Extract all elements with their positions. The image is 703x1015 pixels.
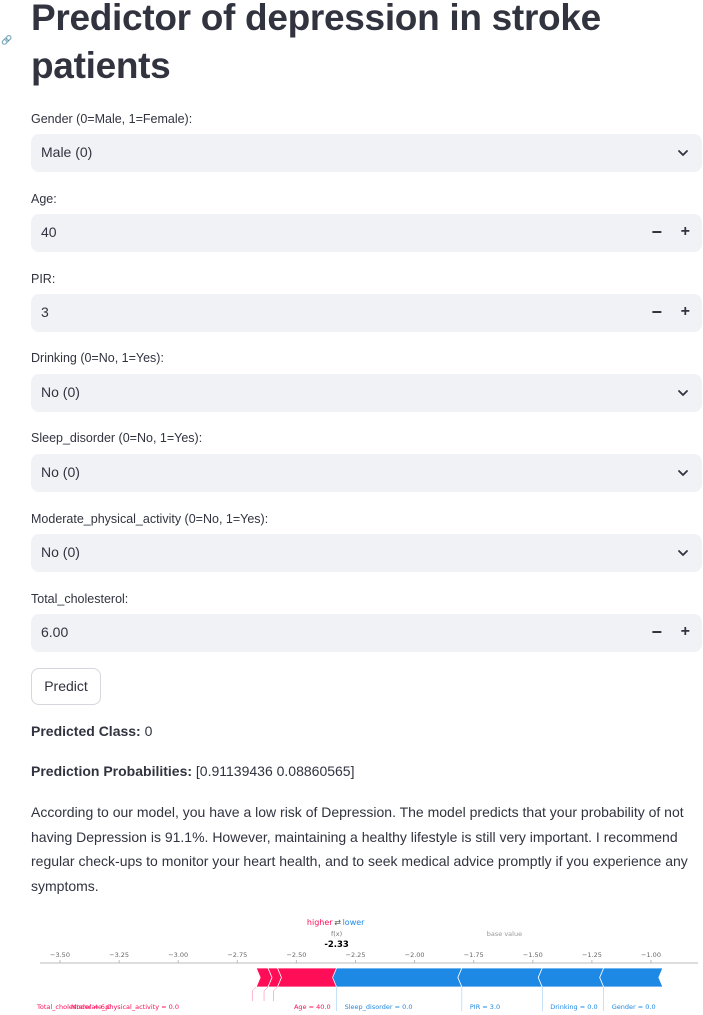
chevron-down-icon [678, 550, 688, 556]
advice-paragraph: According to our model, you have a low r… [31, 804, 688, 894]
x-axis-tick-label: −3.00 [168, 951, 188, 959]
x-axis-tick-label: −1.00 [641, 951, 661, 959]
drinking-select[interactable]: No (0) [31, 374, 702, 412]
pir-input-value: 3 [41, 304, 49, 320]
chevron-down-icon [678, 390, 688, 396]
physical-activity-select[interactable]: No (0) [31, 534, 702, 572]
predicted-class-label: Predicted Class: [31, 723, 141, 739]
feature-label: Drinking = 0.0 [550, 1003, 597, 1011]
feature-label: PIR = 3.0 [470, 1003, 500, 1011]
prediction-probabilities-value: [0.91139436 0.08860565] [195, 763, 355, 779]
arrows-legend-icon: ⇄ [334, 918, 341, 927]
physical-activity-label: Moderate_physical_activity (0=No, 1=Yes)… [31, 512, 269, 526]
lower-legend-label: lower [343, 918, 366, 927]
page-title: Predictor of depression in stroke patien… [31, 0, 601, 86]
chevron-down-icon [678, 150, 688, 156]
drinking-select-value: No (0) [41, 384, 80, 400]
total-cholesterol-label: Total_cholesterol: [31, 592, 129, 606]
pir-decrement-button[interactable]: − [651, 302, 662, 322]
x-axis-tick-label: −2.75 [227, 951, 247, 959]
force-bar-segment [537, 967, 605, 988]
age-input-value: 40 [41, 224, 57, 240]
x-axis-tick-label: −2.00 [405, 951, 425, 959]
prediction-probabilities-label: Prediction Probabilities: [31, 763, 193, 779]
predict-button[interactable]: Predict [31, 668, 101, 705]
predicted-class-value: 0 [144, 723, 153, 739]
x-axis-tick-label: −1.50 [523, 951, 543, 959]
link-anchor-icon[interactable]: 🔗 [1, 35, 12, 46]
x-axis-tick-label: −2.25 [346, 951, 366, 959]
total-cholesterol-increment-button[interactable]: + [681, 622, 690, 642]
sleep-disorder-select[interactable]: No (0) [31, 454, 702, 492]
age-number-input[interactable]: 40 − + [31, 214, 702, 252]
total-cholesterol-decrement-button[interactable]: − [651, 622, 662, 642]
chevron-down-icon [678, 470, 688, 476]
feature-label: Moderate_physical_activity = 0.0 [71, 1003, 179, 1011]
gender-label: Gender (0=Male, 1=Female): [31, 112, 193, 126]
feature-label: Age = 40.0 [294, 1003, 331, 1011]
drinking-label: Drinking (0=No, 1=Yes): [31, 351, 164, 365]
force-bar-segment [457, 967, 543, 988]
gender-select[interactable]: Male (0) [31, 134, 702, 172]
feature-connector [263, 986, 269, 1001]
predicted-class-line: Predicted Class: 0 [31, 723, 152, 739]
x-axis-tick-label: −3.25 [109, 951, 129, 959]
total-cholesterol-input-value: 6.00 [41, 624, 69, 640]
feature-label: Gender = 0.0 [612, 1003, 656, 1011]
age-label: Age: [31, 192, 57, 206]
feature-connector [251, 986, 257, 1001]
force-bar-segment [276, 967, 342, 988]
prediction-probabilities-line: Prediction Probabilities: [0.91139436 0.… [31, 763, 354, 779]
shap-force-plot: higher ⇄ lowerf(x) -2.33 base value −3.50 −3.2… [36, 918, 698, 1011]
total-cholesterol-number-input[interactable]: 6.00 − + [31, 614, 702, 652]
fx-label: f(x) [331, 930, 342, 938]
x-axis-tick-label: −1.75 [464, 951, 484, 959]
sleep-disorder-select-value: No (0) [41, 464, 80, 480]
feature-label: Sleep_disorder = 0.0 [345, 1003, 413, 1011]
base-value-label: base value [487, 930, 522, 938]
force-bar-segment [599, 967, 664, 988]
sleep-disorder-label: Sleep_disorder (0=No, 1=Yes): [31, 431, 203, 445]
feature-connector [273, 986, 278, 1001]
pir-label: PIR: [31, 272, 56, 286]
force-bar-segment [332, 967, 463, 988]
age-decrement-button[interactable]: − [651, 222, 662, 242]
x-axis-tick-label: −2.50 [286, 951, 306, 959]
physical-activity-select-value: No (0) [41, 544, 80, 560]
pir-increment-button[interactable]: + [681, 302, 690, 322]
gender-select-value: Male (0) [41, 144, 93, 160]
higher-legend-label: higher [307, 918, 333, 927]
age-increment-button[interactable]: + [681, 222, 690, 242]
x-axis-tick-label: −3.50 [50, 951, 70, 959]
fx-value: -2.33 [324, 940, 349, 950]
x-axis-tick-label: −1.25 [582, 951, 602, 959]
pir-number-input[interactable]: 3 − + [31, 294, 702, 332]
